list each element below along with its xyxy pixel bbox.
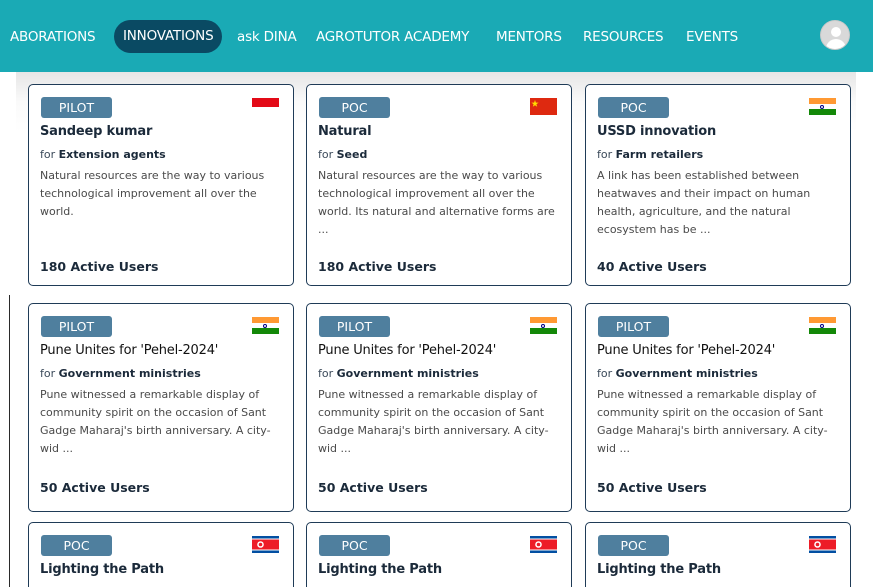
innovation-card[interactable]: POC Lighting the Path xyxy=(306,522,572,587)
active-users-count: 40 Active Users xyxy=(597,259,707,274)
nav-item-agrotutor-academy[interactable]: AGROTUTOR ACADEMY xyxy=(316,26,469,48)
stage-badge: PILOT xyxy=(319,316,390,337)
innovation-card[interactable]: POC Natural for Seed Natural resources a… xyxy=(306,84,572,286)
card-description: Natural resources are the way to various… xyxy=(40,169,265,218)
innovation-card[interactable]: PILOT Pune Unites for 'Pehel-2024' for G… xyxy=(585,303,851,512)
nav-item-events[interactable]: EVENTS xyxy=(686,26,738,48)
india-flag-icon xyxy=(252,317,279,334)
innovation-card[interactable]: PILOT Sandeep kumar for Extension agents… xyxy=(28,84,294,286)
card-description: Pune witnessed a remarkable display of c… xyxy=(40,388,271,455)
active-users-count: 50 Active Users xyxy=(318,480,428,495)
indonesia-flag-icon xyxy=(252,98,279,115)
card-title: Lighting the Path xyxy=(318,562,442,577)
stage-badge: POC xyxy=(598,97,669,118)
card-title: Lighting the Path xyxy=(597,562,721,577)
card-title: Pune Unites for 'Pehel-2024' xyxy=(40,343,219,358)
stage-badge: POC xyxy=(598,535,669,556)
nav-item-mentors[interactable]: MENTORS xyxy=(496,26,562,48)
stage-badge: POC xyxy=(319,535,390,556)
target-audience: for Seed xyxy=(318,148,368,161)
stage-badge: POC xyxy=(41,535,112,556)
india-flag-icon xyxy=(809,98,836,115)
nav-item-collaborations[interactable]: ABORATIONS xyxy=(10,26,96,48)
nav-item-resources[interactable]: RESOURCES xyxy=(583,26,664,48)
innovation-card[interactable]: POC USSD innovation for Farm retailers A… xyxy=(585,84,851,286)
north-korea-flag-icon xyxy=(809,536,836,553)
card-description: Natural resources are the way to various… xyxy=(318,169,555,236)
card-title: USSD innovation xyxy=(597,124,717,139)
card-description: Pune witnessed a remarkable display of c… xyxy=(597,388,828,455)
innovation-card[interactable]: POC Lighting the Path xyxy=(585,522,851,587)
china-flag-icon xyxy=(530,98,557,115)
stage-badge: PILOT xyxy=(41,97,112,118)
north-korea-flag-icon xyxy=(530,536,557,553)
north-korea-flag-icon xyxy=(252,536,279,553)
innovation-card[interactable]: POC Lighting the Path xyxy=(28,522,294,587)
target-audience: for Government ministries xyxy=(40,367,201,380)
innovation-card[interactable]: PILOT Pune Unites for 'Pehel-2024' for G… xyxy=(306,303,572,512)
active-users-count: 50 Active Users xyxy=(40,480,150,495)
card-title: Natural xyxy=(318,124,372,139)
target-audience: for Government ministries xyxy=(597,367,758,380)
india-flag-icon xyxy=(809,317,836,334)
card-title: Sandeep kumar xyxy=(40,124,153,139)
target-audience: for Extension agents xyxy=(40,148,166,161)
card-description: A link has been established between heat… xyxy=(597,169,811,236)
stage-badge: PILOT xyxy=(598,316,669,337)
stage-badge: PILOT xyxy=(41,316,112,337)
user-avatar-icon[interactable] xyxy=(820,20,850,50)
target-audience: for Government ministries xyxy=(318,367,479,380)
card-description: Pune witnessed a remarkable display of c… xyxy=(318,388,549,455)
active-users-count: 180 Active Users xyxy=(318,259,437,274)
india-flag-icon xyxy=(530,317,557,334)
stage-badge: POC xyxy=(319,97,390,118)
target-audience: for Farm retailers xyxy=(597,148,704,161)
active-users-count: 180 Active Users xyxy=(40,259,159,274)
active-users-count: 50 Active Users xyxy=(597,480,707,495)
left-divider xyxy=(9,295,10,587)
nav-item-innovations[interactable]: INNOVATIONS xyxy=(114,20,223,53)
card-title: Pune Unites for 'Pehel-2024' xyxy=(597,343,776,358)
innovation-card[interactable]: PILOT Pune Unites for 'Pehel-2024' for G… xyxy=(28,303,294,512)
top-navbar: ABORATIONS INNOVATIONS ask DINA AGROTUTO… xyxy=(0,0,873,72)
nav-item-ask-dina[interactable]: ask DINA xyxy=(237,26,297,48)
card-title: Lighting the Path xyxy=(40,562,164,577)
card-title: Pune Unites for 'Pehel-2024' xyxy=(318,343,497,358)
